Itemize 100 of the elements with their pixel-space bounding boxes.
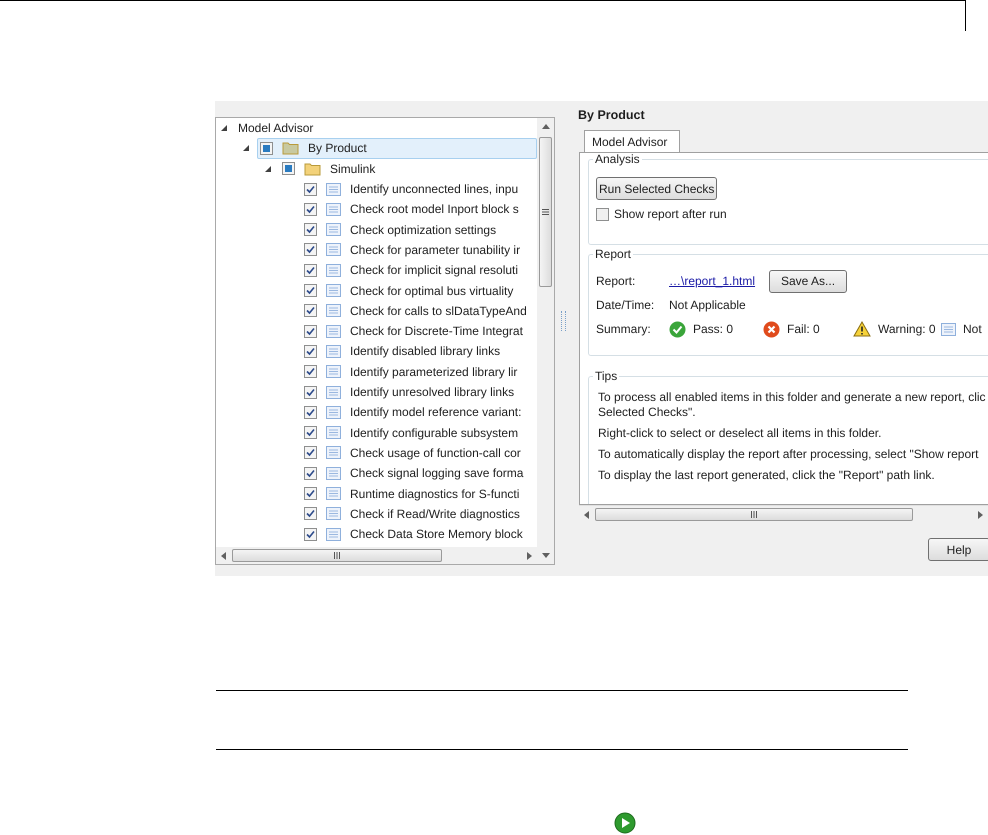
tree-item[interactable]: Identify configurable subsystem	[301, 422, 537, 444]
folder-icon	[282, 141, 299, 156]
tree-item[interactable]: Check for Discrete-Time Integrat	[301, 320, 537, 342]
tree-item[interactable]: Identify unconnected lines, inpu	[301, 178, 537, 200]
field-value: Not Applicable	[669, 298, 746, 312]
field-label: Report:	[596, 274, 636, 288]
save-as-button[interactable]: Save As...	[769, 270, 848, 292]
tree-item[interactable]: Check Data Store Memory block	[301, 524, 537, 545]
pane-title: By Product	[578, 108, 646, 124]
scroll-left-icon[interactable]	[221, 552, 226, 560]
warning-icon	[853, 321, 871, 337]
horizontal-scrollbar[interactable]	[579, 505, 988, 523]
tree-item[interactable]: Check for implicit signal resoluti	[301, 260, 537, 281]
summary-count: Not	[963, 322, 982, 336]
help-button[interactable]: Help	[928, 538, 988, 561]
checkbox[interactable]	[304, 466, 317, 480]
error-icon	[763, 320, 780, 338]
list-icon	[326, 466, 341, 480]
vertical-scrollbar[interactable]	[537, 118, 554, 564]
field-label: Date/Time:	[596, 298, 656, 312]
list-icon	[326, 386, 341, 399]
list-icon	[326, 528, 341, 541]
summary-count: Fail: 0	[787, 322, 820, 336]
checkbox[interactable]	[304, 406, 317, 419]
tip-text: Right-click to select or deselect all items in this folder.	[598, 426, 882, 441]
list-icon	[326, 243, 341, 256]
checkbox[interactable]	[304, 528, 317, 541]
checkbox[interactable]	[304, 202, 317, 216]
checkbox[interactable]	[304, 324, 317, 338]
checkbox[interactable]	[596, 208, 609, 220]
checkbox[interactable]	[304, 304, 317, 318]
tree-item[interactable]: Check if Read/Write diagnostics	[301, 503, 537, 524]
list-icon	[326, 446, 341, 460]
scroll-thumb[interactable]	[539, 137, 552, 287]
tree-root[interactable]: Model Advisor	[235, 118, 537, 139]
checkbox[interactable]	[304, 426, 317, 440]
tip-text: To display the last report generated, click the "Report" path link.	[598, 468, 936, 483]
splitter-handle[interactable]	[561, 311, 566, 331]
summary-count: Warning: 0	[878, 322, 936, 336]
tree-item[interactable]: Check signal logging save forma	[301, 462, 537, 484]
scroll-thumb[interactable]	[232, 549, 442, 562]
checkbox[interactable]	[304, 243, 317, 256]
checkbox[interactable]	[304, 386, 317, 399]
tree-item[interactable]: Runtime diagnostics for S-functi	[301, 483, 537, 504]
checkbox[interactable]	[304, 182, 317, 196]
tree-item[interactable]: Check optimization settings	[301, 219, 537, 240]
tree-item[interactable]: Identify disabled library links	[301, 340, 537, 362]
field-label: Summary:	[596, 322, 652, 336]
checkbox[interactable]	[282, 162, 295, 176]
tree-item[interactable]: Simulink	[279, 158, 537, 180]
summary-count: Pass: 0	[693, 322, 734, 336]
checkbox-label[interactable]: Show report after run	[614, 207, 727, 221]
grip-icon	[542, 209, 549, 215]
grip-icon	[334, 552, 340, 559]
checkbox[interactable]	[304, 446, 317, 460]
run-button[interactable]: Run Selected Checks	[596, 177, 718, 200]
tree-item[interactable]: Check for optimal bus virtuality	[301, 280, 537, 302]
tree-item[interactable]: Identify model reference variant:	[301, 402, 537, 423]
list-icon	[326, 487, 341, 500]
checkbox[interactable]	[304, 507, 317, 520]
checkbox[interactable]	[304, 284, 317, 298]
tree-item[interactable]: Check root model Inport block s	[301, 198, 537, 220]
collapse-arrow-icon[interactable]	[220, 124, 228, 132]
list-icon	[326, 284, 341, 298]
scroll-left-icon[interactable]	[584, 510, 589, 518]
tip-text: To automatically display the report after processing, select "Show report	[598, 447, 980, 462]
list-icon	[326, 344, 341, 358]
scroll-thumb[interactable]	[595, 508, 913, 521]
tree-item[interactable]: Identify parameterized library lir	[301, 361, 537, 382]
list-icon	[941, 322, 956, 336]
list-icon	[326, 324, 341, 338]
tree-item[interactable]: Identify unresolved library links	[301, 382, 537, 403]
tree-item[interactable]: Check for parameter tunability ir	[301, 239, 537, 260]
scroll-down-icon[interactable]	[542, 553, 550, 558]
tree-item[interactable]: Check for calls to slDataTypeAnd	[301, 300, 537, 322]
collapse-arrow-icon[interactable]	[242, 144, 250, 152]
checkbox[interactable]	[304, 223, 317, 236]
scroll-right-icon[interactable]	[527, 552, 532, 560]
scroll-up-icon[interactable]	[542, 124, 550, 129]
tree-item[interactable]: Check usage of function-call cor	[301, 442, 537, 464]
checkbox[interactable]	[304, 264, 317, 277]
group-title: Report	[593, 247, 634, 261]
group-title: Tips	[593, 369, 620, 383]
checkbox[interactable]	[304, 365, 317, 378]
list-icon	[326, 426, 341, 440]
scroll-right-icon[interactable]	[978, 510, 983, 518]
checkbox[interactable]	[304, 344, 317, 358]
report-link[interactable]: …\report_1.html	[669, 274, 769, 288]
collapse-arrow-icon[interactable]	[264, 164, 272, 173]
group-title: Analysis	[593, 153, 642, 166]
horizontal-scrollbar[interactable]	[216, 547, 537, 564]
list-icon	[326, 202, 341, 216]
list-icon	[326, 304, 341, 318]
list-icon	[326, 365, 341, 378]
folder-icon	[304, 162, 321, 176]
check-circle-icon	[669, 320, 686, 338]
tree-item[interactable]: By Product	[257, 138, 537, 159]
tab[interactable]: Model Advisor	[584, 130, 680, 152]
checkbox[interactable]	[304, 487, 317, 500]
checkbox[interactable]	[260, 142, 273, 155]
